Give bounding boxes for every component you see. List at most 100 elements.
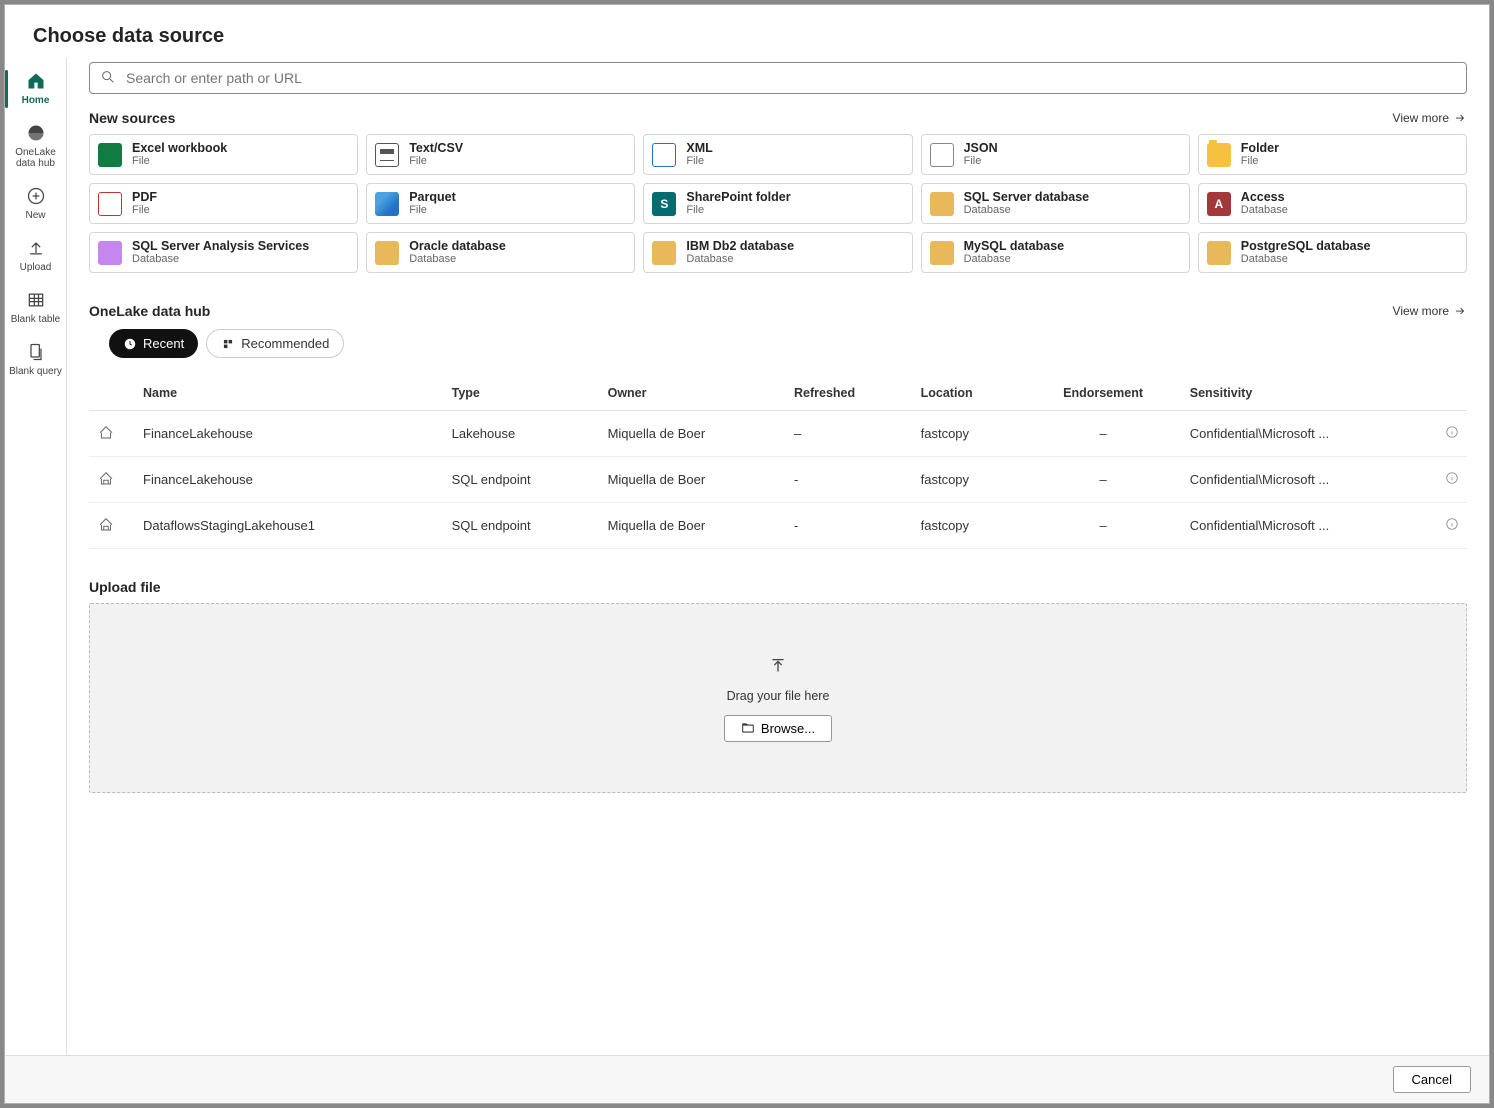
tile-name: Excel workbook (132, 141, 227, 155)
source-tile-json[interactable]: JSONFile (921, 134, 1190, 175)
sidebar-item-home[interactable]: Home (5, 64, 67, 114)
tile-category: File (132, 155, 227, 168)
col-name[interactable]: Name (135, 376, 444, 411)
page-title: Choose data source (33, 25, 1461, 48)
json-icon (930, 143, 954, 167)
sidebar-item-blank-table[interactable]: Blank table (5, 283, 67, 333)
view-more-new-sources[interactable]: View more (1393, 111, 1467, 125)
pdf-icon (98, 192, 122, 216)
cell-endorsement: – (1024, 411, 1181, 457)
source-tile-access[interactable]: AccessDatabase (1198, 183, 1467, 224)
tile-category: Database (1241, 253, 1371, 266)
tile-name: SharePoint folder (686, 190, 790, 204)
excel-icon (98, 143, 122, 167)
sidebar-item-onelake[interactable]: OneLake data hub (5, 116, 67, 177)
tile-name: Oracle database (409, 239, 506, 253)
tile-name: SQL Server Analysis Services (132, 239, 309, 253)
chip-recommended[interactable]: Recommended (206, 329, 344, 358)
tile-category: File (686, 155, 712, 168)
cell-type: Lakehouse (444, 411, 600, 457)
source-tile-ibm-db2-database[interactable]: IBM Db2 databaseDatabase (643, 232, 912, 273)
tile-category: Database (964, 253, 1065, 266)
dialog-header: Choose data source (5, 5, 1489, 58)
sidebar-item-new[interactable]: New (5, 179, 67, 229)
access-icon (1207, 192, 1231, 216)
source-tile-xml[interactable]: XMLFile (643, 134, 912, 175)
tile-name: XML (686, 141, 712, 155)
cell-endorsement: – (1024, 457, 1181, 503)
sidebar-item-blank-query[interactable]: Blank query (5, 335, 67, 385)
col-endorsement[interactable]: Endorsement (1024, 376, 1181, 411)
sidebar: Home OneLake data hub New Upload (5, 58, 67, 1055)
col-type[interactable]: Type (444, 376, 600, 411)
sidebar-item-label: Upload (20, 262, 52, 273)
cell-refreshed: - (786, 503, 913, 549)
main-content: New sources View more Excel workbookFile… (67, 58, 1489, 1055)
tile-category: Database (1241, 204, 1288, 217)
info-icon[interactable] (1445, 519, 1459, 534)
tile-name: Access (1241, 190, 1288, 204)
table-icon (25, 289, 47, 311)
dataset-icon (97, 429, 115, 444)
col-owner[interactable]: Owner (600, 376, 786, 411)
clock-icon (123, 337, 137, 351)
plus-circle-icon (25, 185, 47, 207)
cell-owner: Miquella de Boer (600, 411, 786, 457)
info-icon[interactable] (1445, 427, 1459, 442)
upload-icon (25, 237, 47, 259)
tile-name: IBM Db2 database (686, 239, 794, 253)
browse-button[interactable]: Browse... (724, 715, 832, 742)
db-icon (652, 241, 676, 265)
dataset-icon (97, 521, 115, 536)
cancel-button[interactable]: Cancel (1393, 1066, 1471, 1093)
cell-location: fastcopy (913, 411, 1025, 457)
source-tile-mysql-database[interactable]: MySQL databaseDatabase (921, 232, 1190, 273)
source-tile-sql-server-analysis-services[interactable]: SQL Server Analysis ServicesDatabase (89, 232, 358, 273)
table-row[interactable]: FinanceLakehouseLakehouseMiquella de Boe… (89, 411, 1467, 457)
source-tile-text-csv[interactable]: Text/CSVFile (366, 134, 635, 175)
arrow-right-icon (1453, 304, 1467, 318)
tile-name: Text/CSV (409, 141, 463, 155)
cell-sensitivity: Confidential\Microsoft ... (1182, 457, 1437, 503)
source-tile-oracle-database[interactable]: Oracle databaseDatabase (366, 232, 635, 273)
arrow-right-icon (1453, 111, 1467, 125)
upload-drag-text: Drag your file here (727, 689, 830, 703)
source-tile-parquet[interactable]: ParquetFile (366, 183, 635, 224)
sidebar-item-label: Blank table (11, 314, 60, 325)
col-refreshed[interactable]: Refreshed (786, 376, 913, 411)
view-more-datahub[interactable]: View more (1393, 304, 1467, 318)
sidebar-item-label: Home (22, 95, 50, 106)
text-icon (375, 143, 399, 167)
col-sensitivity[interactable]: Sensitivity (1182, 376, 1437, 411)
source-tile-sharepoint-folder[interactable]: SharePoint folderFile (643, 183, 912, 224)
table-row[interactable]: DataflowsStagingLakehouse1SQL endpointMi… (89, 503, 1467, 549)
info-icon[interactable] (1445, 473, 1459, 488)
db-icon (930, 192, 954, 216)
source-tile-pdf[interactable]: PDFFile (89, 183, 358, 224)
xml-icon (652, 143, 676, 167)
sidebar-item-label: OneLake data hub (15, 147, 56, 169)
source-tile-postgresql-database[interactable]: PostgreSQL databaseDatabase (1198, 232, 1467, 273)
datahub-table: Name Type Owner Refreshed Location Endor… (89, 376, 1467, 549)
source-tile-folder[interactable]: FolderFile (1198, 134, 1467, 175)
col-location[interactable]: Location (913, 376, 1025, 411)
tile-category: File (409, 204, 456, 217)
upload-dropzone[interactable]: Drag your file here Browse... (89, 603, 1467, 793)
search-field[interactable] (126, 70, 1456, 86)
section-title-datahub: OneLake data hub (89, 303, 210, 319)
table-row[interactable]: FinanceLakehouseSQL endpointMiquella de … (89, 457, 1467, 503)
tile-category: Database (964, 204, 1090, 217)
search-input[interactable] (89, 62, 1467, 94)
cell-sensitivity: Confidential\Microsoft ... (1182, 411, 1437, 457)
source-tile-excel-workbook[interactable]: Excel workbookFile (89, 134, 358, 175)
sidebar-item-label: Blank query (9, 366, 62, 377)
sp-icon (652, 192, 676, 216)
sidebar-item-upload[interactable]: Upload (5, 231, 67, 281)
tile-name: PostgreSQL database (1241, 239, 1371, 253)
tile-category: Database (409, 253, 506, 266)
tile-name: Parquet (409, 190, 456, 204)
source-tile-sql-server-database[interactable]: SQL Server databaseDatabase (921, 183, 1190, 224)
chip-recent[interactable]: Recent (109, 329, 198, 358)
parq-icon (375, 192, 399, 216)
tile-name: JSON (964, 141, 998, 155)
